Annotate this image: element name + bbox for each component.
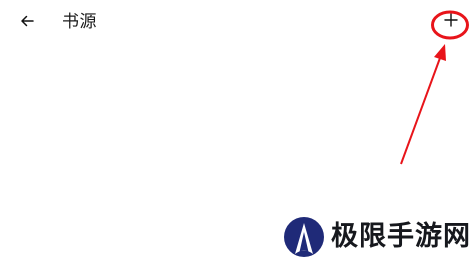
add-source-button[interactable]	[440, 10, 462, 32]
page-title: 书源	[62, 12, 97, 32]
pointer-arrow-line	[400, 57, 441, 165]
top-app-bar: 书源	[0, 0, 472, 44]
book-source-page: 书源 极限手游网	[0, 0, 472, 263]
watermark: 极限手游网	[283, 215, 471, 259]
pointer-arrowhead	[434, 44, 446, 61]
watermark-logo	[284, 217, 324, 257]
watermark-text: 极限手游网	[331, 221, 471, 252]
arrow-left-icon	[20, 13, 34, 32]
back-button[interactable]	[14, 9, 40, 35]
plus-icon	[444, 12, 458, 31]
